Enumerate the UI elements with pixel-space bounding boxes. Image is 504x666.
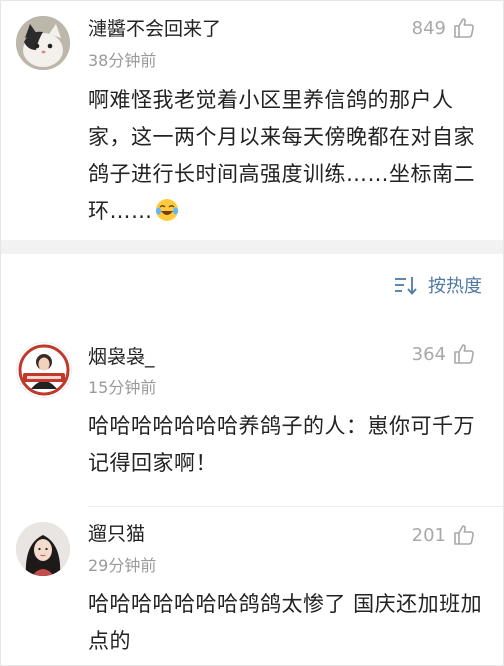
sort-by-hot-button[interactable]: 按热度 bbox=[394, 272, 482, 298]
comment-text: 哈哈哈哈哈哈哈鸽鸽太惨了 国庆还加班加点的 bbox=[88, 592, 483, 653]
avatar[interactable] bbox=[16, 522, 70, 576]
thumbs-up-icon bbox=[454, 344, 474, 364]
like-count: 364 bbox=[411, 343, 446, 365]
thumbs-up-icon bbox=[454, 18, 474, 38]
cat-avatar-icon bbox=[16, 16, 70, 70]
username[interactable]: 烟袅袅_ bbox=[88, 342, 155, 369]
timestamp: 29分钟前 bbox=[88, 556, 157, 575]
comment-text: 啊难怪我老觉着小区里养信鸽的那户人家，这一两个月以来每天傍晚都在对自家鸽子进行长… bbox=[88, 82, 483, 230]
comment-item: 烟袅袅_ 15分钟前 364 哈哈哈哈哈哈哈养鸽子的人：崽你可千万记得回家啊！ bbox=[0, 332, 504, 502]
username[interactable]: 遛只猫 bbox=[88, 519, 145, 546]
fan-badge-avatar-icon bbox=[18, 344, 70, 396]
username[interactable]: 漣醬不会回来了 bbox=[88, 14, 221, 41]
avatar[interactable] bbox=[16, 16, 70, 70]
comment-item: 遛只猫 29分钟前 201 哈哈哈哈哈哈哈鸽鸽太惨了 国庆还加班加点的 bbox=[0, 508, 504, 666]
section-divider bbox=[0, 240, 504, 254]
sort-label: 按热度 bbox=[428, 276, 482, 297]
like-button[interactable]: 201 bbox=[412, 523, 476, 547]
comment-divider bbox=[88, 506, 504, 507]
like-count: 201 bbox=[411, 524, 446, 546]
timestamp: 15分钟前 bbox=[88, 378, 157, 397]
like-count: 849 bbox=[411, 17, 446, 39]
thumbs-up-icon bbox=[454, 525, 474, 545]
comment-item: 漣醬不会回来了 38分钟前 849 啊难怪我老觉着小区里养信鸽的那户人家，这一两… bbox=[0, 0, 504, 240]
comment-body: 啊难怪我老觉着小区里养信鸽的那户人家，这一两个月以来每天傍晚都在对自家鸽子进行长… bbox=[88, 88, 475, 223]
girl-avatar-icon bbox=[16, 522, 70, 576]
avatar[interactable] bbox=[16, 342, 72, 398]
like-button[interactable]: 849 bbox=[412, 16, 476, 40]
comment-text: 哈哈哈哈哈哈哈养鸽子的人：崽你可千万记得回家啊！ bbox=[88, 414, 475, 475]
like-button[interactable]: 364 bbox=[412, 342, 476, 366]
sort-icon bbox=[395, 277, 417, 295]
laughing-crying-emoji-icon bbox=[155, 199, 178, 221]
timestamp: 38分钟前 bbox=[88, 51, 157, 70]
